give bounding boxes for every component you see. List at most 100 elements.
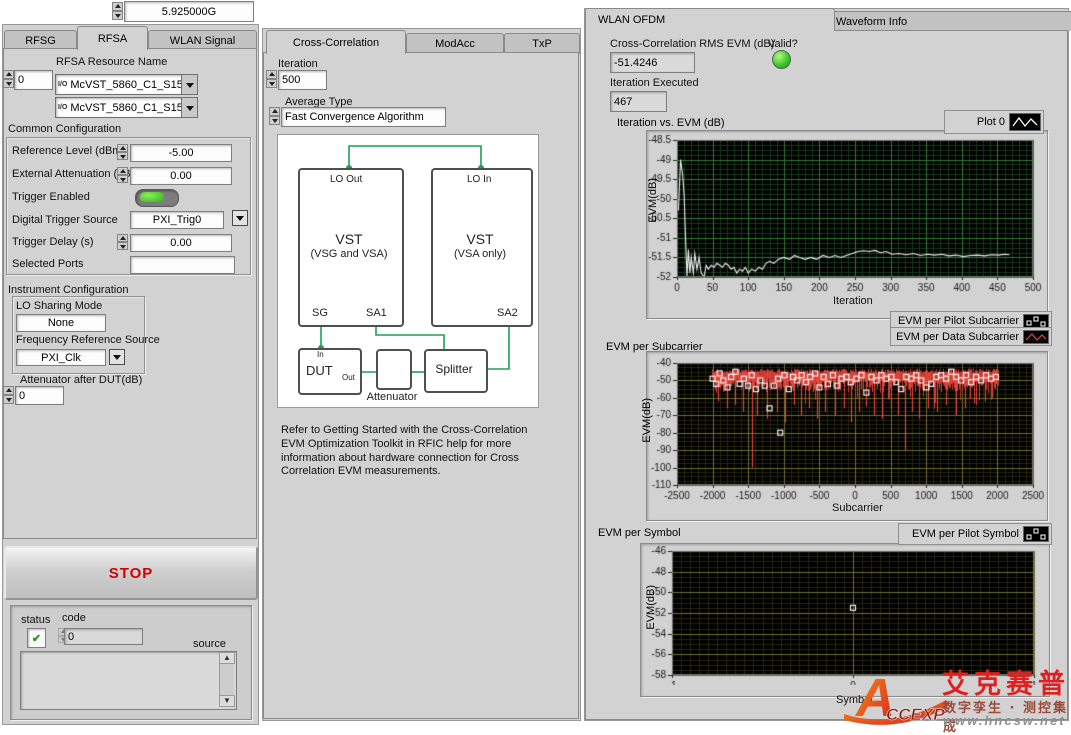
average-type-ring[interactable]: Fast Convergence Algorithm	[281, 107, 446, 127]
rms-evm-indicator: -51.4246	[610, 52, 695, 73]
instrument-configuration-title: Instrument Configuration	[8, 284, 128, 296]
trigger-enabled-toggle[interactable]	[135, 189, 179, 207]
tab-txp[interactable]: TxP	[504, 33, 580, 54]
iteration-executed-indicator: 467	[610, 91, 667, 112]
toggle-knob	[140, 192, 164, 202]
error-source-scrollbar[interactable]: ▲ ▼	[219, 652, 234, 707]
iteration-stepper[interactable]	[266, 70, 277, 88]
error-code-label: code	[62, 612, 86, 624]
graph2-title: EVM per Subcarrier	[606, 341, 703, 353]
graph3-x-axis-label: Symbol	[836, 694, 873, 706]
graph2-x-axis-label: Subcarrier	[832, 502, 883, 514]
rfsa-resource-value-1: McVST_5860_C1_S15/1	[69, 102, 181, 114]
frequency-reference-source-dropdown-button[interactable]	[109, 349, 125, 365]
frequency-reference-source-ring[interactable]: PXI_Clk	[16, 349, 106, 366]
dut-label: DUT	[306, 363, 333, 378]
chevron-down-icon[interactable]	[181, 75, 197, 94]
vst1-subtitle: (VSG and VSA)	[298, 248, 400, 260]
frequency-reference-source-label: Frequency Reference Source	[16, 334, 160, 346]
digital-trigger-source-dropdown-button[interactable]	[232, 210, 248, 226]
rfsa-resource-value-0: McVST_5860_C1_S15/0	[69, 79, 181, 91]
lo-out-label: LO Out	[330, 174, 362, 185]
line-plot-icon	[1009, 113, 1041, 131]
tab-wlan-signal[interactable]: WLAN Signal	[148, 30, 257, 50]
graph3-legend[interactable]: EVM per Pilot Symbol	[898, 523, 1052, 545]
sa2-port-label: SA2	[497, 307, 518, 319]
rfsa-resource-name-title: RFSA Resource Name	[56, 56, 167, 68]
tab-rfsa[interactable]: RFSA	[77, 26, 148, 50]
graph1-y-axis-label: EVM(dB)	[647, 178, 659, 223]
frequency-stepper[interactable]	[112, 2, 123, 20]
common-configuration-title: Common Configuration	[8, 123, 121, 135]
attenuator-after-dut-stepper[interactable]	[3, 386, 14, 404]
error-status-label: status	[21, 614, 50, 626]
rms-evm-label: Cross-Correlation RMS EVM (dB)	[610, 38, 774, 50]
tab-wlan-ofdm[interactable]: WLAN OFDM	[585, 8, 835, 31]
center-frequency-input[interactable]: 5.925000G	[124, 1, 254, 22]
digital-trigger-source-ring[interactable]: PXI_Trig0	[130, 211, 224, 229]
error-source-indicator	[20, 651, 237, 710]
selected-ports-label: Selected Ports	[12, 258, 84, 270]
graph2-y-axis-label: EVM(dB)	[641, 398, 653, 443]
graph3-legend-label: EVM per Pilot Symbol	[912, 528, 1019, 540]
reference-level-input[interactable]: -5.00	[130, 144, 232, 162]
tab-modacc[interactable]: ModAcc	[406, 33, 504, 54]
dut-out-label: Out	[342, 373, 355, 382]
valid-led	[772, 50, 791, 69]
tab-rfsg[interactable]: RFSG	[4, 30, 77, 50]
error-status-indicator: ✔	[27, 628, 46, 648]
external-attenuation-input[interactable]: 0.00	[130, 167, 232, 185]
sa1-port-label: SA1	[366, 307, 387, 319]
graph1-title: Iteration vs. EVM (dB)	[617, 117, 725, 129]
channel-index-stepper[interactable]	[3, 70, 14, 88]
lo-sharing-mode-label: LO Sharing Mode	[16, 300, 102, 312]
reference-level-stepper[interactable]	[117, 144, 128, 160]
reference-level-label: Reference Level (dBm)	[12, 145, 125, 157]
trigger-delay-label: Trigger Delay (s)	[12, 236, 94, 248]
chevron-down-icon[interactable]	[181, 98, 197, 117]
line-plot-icon	[1023, 330, 1049, 344]
io-icon: I/O	[56, 104, 69, 111]
channel-index-input[interactable]: 0	[14, 70, 53, 90]
vst1-title: VST	[298, 231, 400, 247]
iteration-label: Iteration	[278, 58, 318, 70]
help-note: Refer to Getting Started with the Cross-…	[281, 424, 546, 479]
graph2-data-legend-label: EVM per Data Subcarrier	[896, 331, 1019, 343]
scroll-down-icon[interactable]: ▼	[219, 695, 235, 707]
graph1-legend[interactable]: Plot 0	[944, 110, 1044, 134]
attenuator-after-dut-input[interactable]: 0	[15, 386, 64, 405]
error-source-label: source	[193, 638, 226, 650]
attenuator-after-dut-label: Attenuator after DUT(dB)	[20, 374, 142, 386]
dut-in-label: In	[317, 350, 324, 359]
hardware-connection-diagram: LO Out LO In VST (VSG and VSA) VST (VSA …	[277, 134, 539, 408]
attenuator-box	[376, 349, 412, 390]
evm-per-symbol-graph	[642, 545, 1048, 685]
iteration-executed-label: Iteration Executed	[610, 77, 699, 89]
stop-button[interactable]: STOP	[4, 546, 258, 600]
lo-sharing-mode-ring[interactable]: None	[16, 314, 106, 332]
graph2-data-legend[interactable]: EVM per Data Subcarrier	[890, 327, 1052, 346]
trigger-enabled-label: Trigger Enabled	[12, 191, 90, 203]
tab-cross-correlation[interactable]: Cross-Correlation	[266, 30, 406, 54]
selected-ports-input[interactable]	[130, 256, 235, 274]
graph1-legend-label: Plot 0	[977, 116, 1005, 128]
splitter-label: Splitter	[424, 362, 484, 376]
error-code-indicator: 0	[64, 628, 143, 645]
graph3-title: EVM per Symbol	[598, 527, 681, 539]
valid-label: Valid?	[768, 38, 798, 50]
iteration-vs-evm-graph	[644, 132, 1050, 318]
scatter-plot-icon	[1023, 314, 1049, 328]
external-attenuation-stepper[interactable]	[117, 167, 128, 183]
trigger-delay-stepper[interactable]	[117, 234, 128, 250]
average-type-stepper[interactable]	[269, 107, 280, 125]
scatter-plot-icon	[1023, 526, 1049, 542]
rfsa-resource-combo-0[interactable]: I/O McVST_5860_C1_S15/0	[55, 74, 198, 95]
graph3-y-axis-label: EVM(dB)	[645, 585, 657, 630]
scroll-up-icon[interactable]: ▲	[219, 652, 235, 664]
trigger-delay-input[interactable]: 0.00	[130, 234, 232, 252]
digital-trigger-source-label: Digital Trigger Source	[12, 214, 118, 226]
graph2-pilot-legend-label: EVM per Pilot Subcarrier	[898, 315, 1019, 327]
iteration-input[interactable]: 500	[278, 70, 327, 90]
tab-waveform-info[interactable]: Waveform Info	[823, 11, 1071, 31]
rfsa-resource-combo-1[interactable]: I/O McVST_5860_C1_S15/1	[55, 97, 198, 118]
